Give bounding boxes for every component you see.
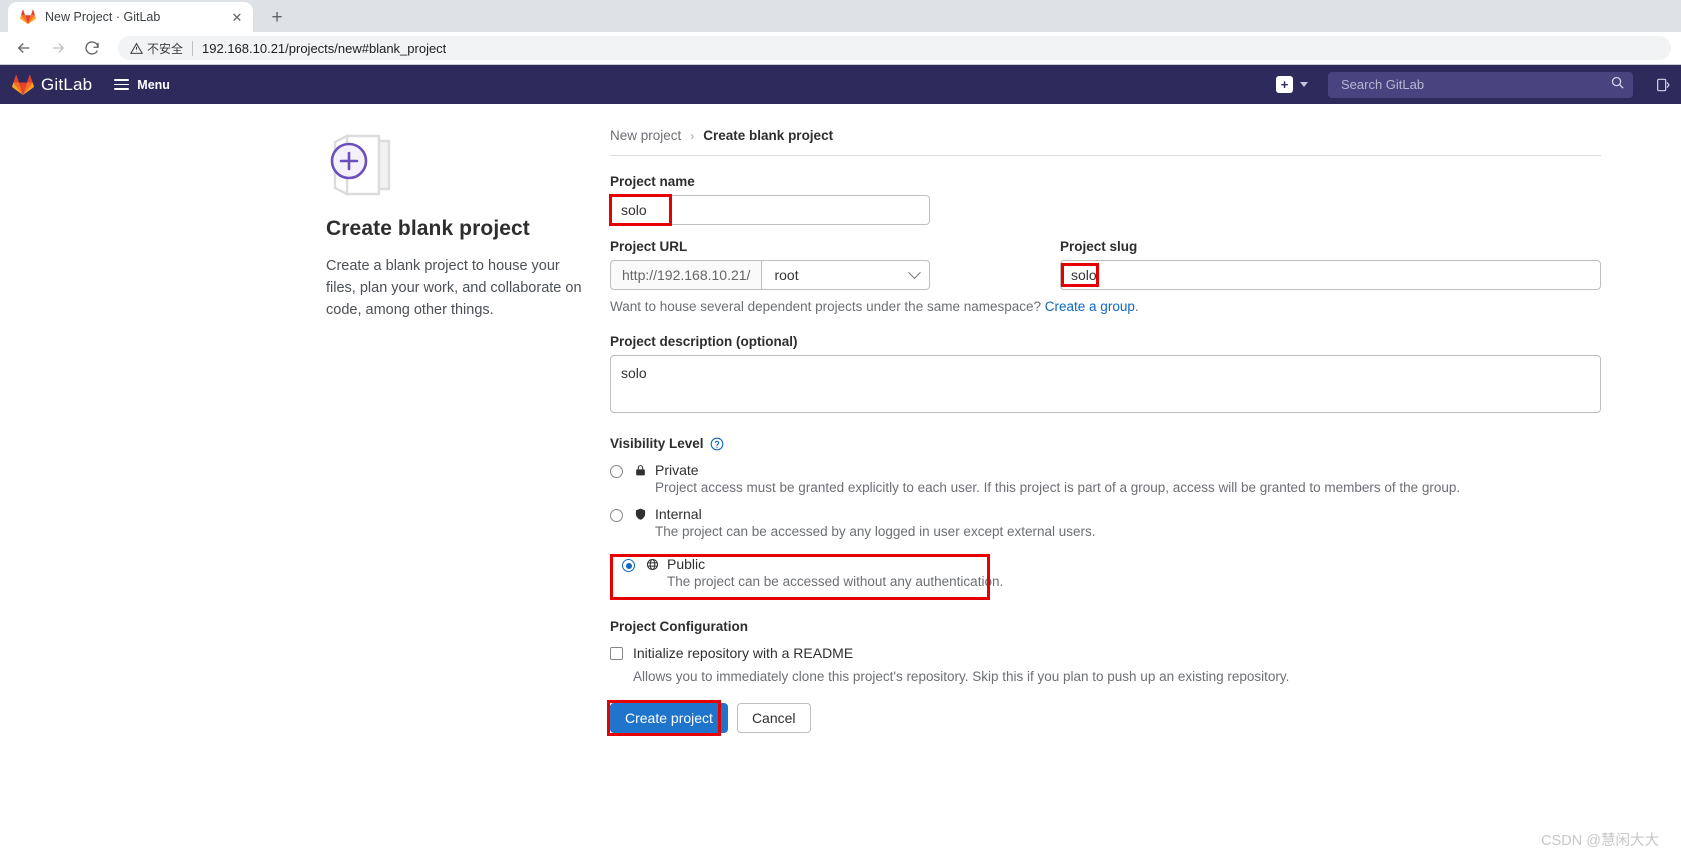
visibility-level-text: Visibility Level: [610, 436, 704, 451]
readme-checkbox[interactable]: [610, 647, 623, 660]
browser-tab-title: New Project · GitLab: [45, 10, 229, 24]
blank-project-intro: Create blank project Create a blank proj…: [0, 128, 610, 733]
search-icon[interactable]: [1610, 75, 1625, 95]
project-name-input[interactable]: solo: [610, 195, 930, 225]
public-description: The project can be accessed without any …: [667, 574, 1601, 589]
breadcrumb-separator-icon: ›: [690, 129, 694, 143]
new-tab-button[interactable]: +: [263, 3, 291, 31]
globe-icon: [645, 558, 659, 571]
gitlab-navbar: GitLab Menu +: [0, 65, 1681, 104]
search-input[interactable]: [1339, 76, 1610, 93]
namespace-value: root: [774, 267, 798, 283]
omnibox-divider: [192, 41, 193, 56]
chevron-down-icon: [908, 266, 921, 279]
public-radio[interactable]: [622, 559, 635, 589]
visibility-option-internal[interactable]: Internal The project can be accessed by …: [610, 506, 1601, 539]
project-url-group: Project URL http://192.168.10.21/ root: [610, 239, 1060, 290]
private-description: Project access must be granted explicitl…: [655, 480, 1601, 495]
private-radio[interactable]: [610, 465, 623, 495]
project-name-label: Project name: [610, 174, 1601, 189]
new-project-form: New project › Create blank project Proje…: [610, 128, 1681, 733]
project-name-value: solo: [621, 202, 647, 218]
internal-radio[interactable]: [610, 509, 623, 539]
breadcrumb-parent[interactable]: New project: [610, 128, 681, 143]
breadcrumb-current: Create blank project: [703, 128, 833, 143]
internal-description: The project can be accessed by any logge…: [655, 524, 1601, 539]
search-container[interactable]: [1328, 72, 1633, 98]
shield-icon: [633, 507, 647, 521]
project-configuration-label: Project Configuration: [610, 619, 1601, 634]
browser-toolbar: 不安全 192.168.10.21/projects/new#blank_pro…: [0, 32, 1681, 65]
back-icon[interactable]: [10, 34, 38, 62]
page-description: Create a blank project to house your fil…: [326, 255, 590, 321]
create-project-button[interactable]: Create project: [610, 703, 728, 733]
lock-icon: [633, 464, 647, 477]
warning-triangle-icon: [130, 42, 143, 55]
internal-label: Internal: [655, 506, 702, 522]
readme-help-text: Allows you to immediately clone this pro…: [633, 669, 1601, 684]
visibility-option-private[interactable]: Private Project access must be granted e…: [610, 462, 1601, 495]
help-circle-icon[interactable]: [710, 437, 724, 451]
form-actions: Create project Cancel: [610, 703, 1601, 733]
readme-checkbox-row[interactable]: Initialize repository with a README: [610, 645, 1601, 661]
project-url-prefix: http://192.168.10.21/: [610, 260, 761, 290]
project-description-label: Project description (optional): [610, 334, 1601, 349]
navbar-right-group: +: [1276, 72, 1671, 98]
project-description-input[interactable]: [610, 355, 1601, 413]
gitlab-favicon-icon: [20, 9, 36, 25]
page-body: Create blank project Create a blank proj…: [0, 104, 1681, 733]
visibility-level-label: Visibility Level: [610, 436, 1601, 451]
namespace-help-text: Want to house several dependent projects…: [610, 299, 1601, 314]
project-url-label: Project URL: [610, 239, 1060, 254]
reload-icon[interactable]: [78, 34, 106, 62]
url-text: 192.168.10.21/projects/new#blank_project: [202, 41, 446, 56]
create-new-dropdown[interactable]: +: [1276, 76, 1308, 93]
create-group-link[interactable]: Create a group: [1045, 299, 1135, 314]
forward-icon: [44, 34, 72, 62]
not-secure-label: 不安全: [147, 40, 183, 57]
gitlab-brand-text: GitLab: [41, 75, 92, 95]
browser-tab-strip: New Project · GitLab ✕ +: [0, 0, 1681, 32]
project-url-input-group: http://192.168.10.21/ root: [610, 260, 930, 290]
sidebar-toggle-icon[interactable]: [1655, 77, 1671, 93]
project-slug-label: Project slug: [1060, 239, 1601, 254]
public-label: Public: [667, 556, 705, 572]
gitlab-home-link[interactable]: GitLab: [12, 74, 92, 96]
project-slug-input[interactable]: solo: [1060, 260, 1601, 290]
close-icon[interactable]: ✕: [229, 9, 245, 25]
cancel-button[interactable]: Cancel: [737, 703, 811, 733]
gitlab-logo-icon: [12, 74, 34, 96]
blank-project-illustration-icon: [327, 199, 419, 216]
not-secure-indicator[interactable]: 不安全: [130, 40, 183, 57]
visibility-option-public[interactable]: Public The project can be accessed witho…: [610, 548, 1601, 599]
main-menu-label: Menu: [137, 78, 170, 92]
watermark: CSDN @慧闲大大: [1541, 829, 1659, 850]
plus-icon: +: [1276, 76, 1293, 93]
hamburger-icon: [114, 79, 129, 90]
main-menu-button[interactable]: Menu: [114, 78, 170, 92]
browser-tab[interactable]: New Project · GitLab ✕: [8, 2, 253, 32]
namespace-help-prefix: Want to house several dependent projects…: [610, 299, 1045, 314]
readme-label: Initialize repository with a README: [633, 645, 853, 661]
private-label: Private: [655, 462, 699, 478]
address-bar[interactable]: 不安全 192.168.10.21/projects/new#blank_pro…: [118, 36, 1671, 60]
breadcrumb-divider: [610, 155, 1601, 156]
chevron-down-icon: [1300, 82, 1308, 87]
breadcrumb: New project › Create blank project: [610, 128, 1601, 143]
namespace-help-suffix: .: [1135, 299, 1139, 314]
namespace-select[interactable]: root: [761, 260, 930, 290]
page-title: Create blank project: [326, 217, 590, 241]
project-slug-value: solo: [1071, 267, 1097, 283]
project-slug-group: Project slug solo: [1060, 239, 1601, 290]
project-url-row: Project URL http://192.168.10.21/ root P…: [610, 239, 1601, 290]
